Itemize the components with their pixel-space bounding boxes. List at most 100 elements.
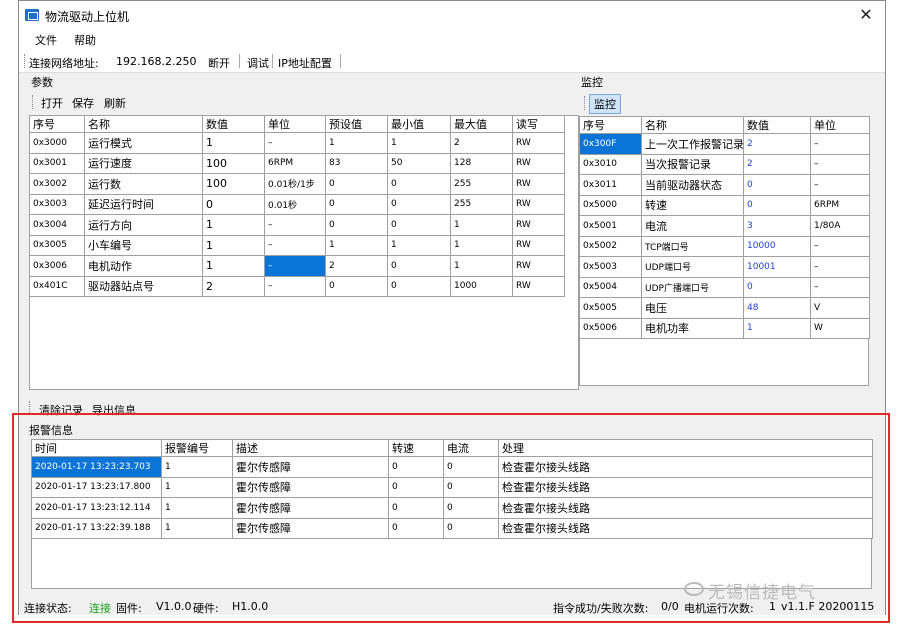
menu-file[interactable]: 文件 [35,32,57,48]
alarm-cell: 0 [443,476,499,498]
open-button[interactable]: 打开 [41,95,63,111]
disconnect-button[interactable]: 断开 [208,55,230,71]
params-table-row[interactable]: 0x3001 运行速度 100 6RPM 83 50 128 RW [29,152,565,174]
params-table-row[interactable]: 0x3000 运行模式 1–1 1 2 RW [29,132,565,154]
alarm-column-header[interactable]: 电流 [443,439,499,457]
params-toolbar: 打开 保存 刷新 [27,92,577,112]
toolbar-grip[interactable] [24,54,26,68]
params-group-label: 参数 [31,76,53,89]
params-cell: 1 [202,234,265,256]
params-column-header[interactable]: 序号 [29,115,85,133]
params-table-row[interactable]: 0x3003 延迟运行时间 0 0.01秒 0 0 255 RW [29,193,565,215]
params-column-header[interactable]: 最大值 [450,115,513,133]
alarm-cell: 0 [443,456,499,478]
monitor-column-header[interactable]: 数值 [743,116,811,134]
toolbar-grip[interactable] [584,96,586,110]
params-cell: RW [512,173,565,195]
params-cell: 0x3005 [29,234,85,256]
params-column-header[interactable]: 名称 [84,115,203,133]
alarm-cell: 2020-01-17 13:23:12.114 [31,497,162,519]
monitor-cell: 0 [743,276,811,298]
monitor-table-row[interactable]: 0x300F 上一次工作报警记录 2– [579,133,870,155]
params-column-header[interactable]: 预设值 [325,115,388,133]
ip-label: 连接网络地址: [29,57,99,70]
menu-help[interactable]: 帮助 [74,32,96,48]
params-column-header[interactable]: 读写 [512,115,565,133]
params-column-header[interactable]: 最小值 [387,115,451,133]
toolbar-grip[interactable] [29,401,31,415]
alarm-column-header[interactable]: 描述 [232,439,389,457]
monitor-column-header[interactable]: 序号 [579,116,642,134]
close-button[interactable]: ✕ [855,5,877,25]
monitor-cell: – [810,235,870,257]
save-button[interactable]: 保存 [72,95,94,111]
alarm-cell: 2020-01-17 13:22:39.188 [31,517,162,539]
params-cell: 0x401C [29,275,85,297]
monitor-cell: 电机功率 [641,317,744,339]
monitor-toolbar: 监控 [581,92,871,114]
monitor-table-row[interactable]: 0x3011 当前驱动器状态 0– [579,174,870,196]
alarm-column-header[interactable]: 转速 [388,439,444,457]
ip-config-button[interactable]: IP地址配置 [278,55,332,71]
params-table-row[interactable]: 0x3005 小车编号 1–1 1 1 RW [29,234,565,256]
params-cell: 1 [202,214,265,236]
monitor-cell: 0x5002 [579,235,642,257]
toolbar-grip[interactable] [32,95,34,109]
hardware-value: H1.0.0 [232,600,269,613]
params-cell: 0 [325,275,388,297]
monitor-table-row[interactable]: 0x5004 UDP广播端口号 0– [579,276,870,298]
connection-status-value: 连接 [89,602,111,615]
monitor-cell: 当前驱动器状态 [641,174,744,196]
params-cell: 0 [387,255,451,277]
monitor-cell: UDP端口号 [641,256,744,278]
alarm-table-row[interactable]: 2020-01-17 13:23:17.800 1 霍尔传感障 0 0 检查霍尔接头线路 [31,476,873,498]
params-column-header[interactable]: 数值 [202,115,265,133]
params-cell: RW [512,234,565,256]
alarm-table-row[interactable]: 2020-01-17 13:23:12.114 1 霍尔传感障 0 0 检查霍尔接头线路 [31,497,873,519]
export-info-button[interactable]: 导出信息 [92,402,136,418]
monitor-table-row[interactable]: 0x5000 转速 0 6RPM [579,194,870,216]
monitor-column-header[interactable]: 名称 [641,116,744,134]
monitor-cell: 0x5004 [579,276,642,298]
params-cell: – [264,214,326,236]
params-cell: RW [512,214,565,236]
monitor-column-header[interactable]: 单位 [810,116,870,134]
monitor-cell: 1 [743,317,811,339]
monitor-table-row[interactable]: 0x5005 电压 48 V [579,297,870,319]
params-cell: 1 [450,214,513,236]
alarm-table-row[interactable]: 2020-01-17 13:22:39.188 1 霍尔传感障 0 0 检查霍尔接头线路 [31,517,873,539]
params-column-header[interactable]: 单位 [264,115,326,133]
monitor-cell: 10000 [743,235,811,257]
alarm-column-header[interactable]: 时间 [31,439,162,457]
params-cell: 0x3002 [29,173,85,195]
params-cell: 2 [202,275,265,297]
params-table-row[interactable]: 0x3004 运行方向 1–0 0 1 RW [29,214,565,236]
clear-records-button[interactable]: 清除记录 [39,402,83,418]
monitor-cell: 0x3010 [579,153,642,175]
alarm-table-row[interactable]: 2020-01-17 13:23:23.703 1 霍尔传感障 0 0 检查霍尔接头线路 [31,456,873,478]
wechat-icon [684,582,704,596]
params-cell: 100 [202,173,265,195]
monitor-button[interactable]: 监控 [589,94,621,114]
monitor-cell: – [810,133,870,155]
alarm-column-header[interactable]: 报警编号 [161,439,233,457]
monitor-table-row[interactable]: 0x5002 TCP端口号 10000– [579,235,870,257]
monitor-table-row[interactable]: 0x5003 UDP端口号 10001– [579,256,870,278]
alarm-column-header[interactable]: 处理 [498,439,873,457]
params-table-row[interactable]: 0x3006 电机动作 1–2 0 1 RW [29,255,565,277]
monitor-table-row[interactable]: 0x5006 电机功率 1 W [579,317,870,339]
params-cell: RW [512,132,565,154]
alarm-cell: 检查霍尔接头线路 [498,456,873,478]
alarm-cell: 0 [443,497,499,519]
refresh-button[interactable]: 刷新 [104,95,126,111]
debug-button[interactable]: 调试 [247,55,269,71]
params-table-row[interactable]: 0x401C 驱动器站点号 2–0 0 1000 RW [29,275,565,297]
monitor-table-row[interactable]: 0x3010 当次报警记录 2– [579,153,870,175]
monitor-cell: 6RPM [810,194,870,216]
command-count-label: 指令成功/失败次数: [553,602,649,615]
params-cell: 0.01秒/1步 [264,173,326,195]
monitor-table-row[interactable]: 0x5001 电流 3 1/80A [579,215,870,237]
ip-address-field[interactable]: 192.168.2.250 [116,55,196,68]
params-table-row[interactable]: 0x3002 运行数 100 0.01秒/1步 0 0 255 RW [29,173,565,195]
alarm-cell: 霍尔传感障 [232,497,389,519]
